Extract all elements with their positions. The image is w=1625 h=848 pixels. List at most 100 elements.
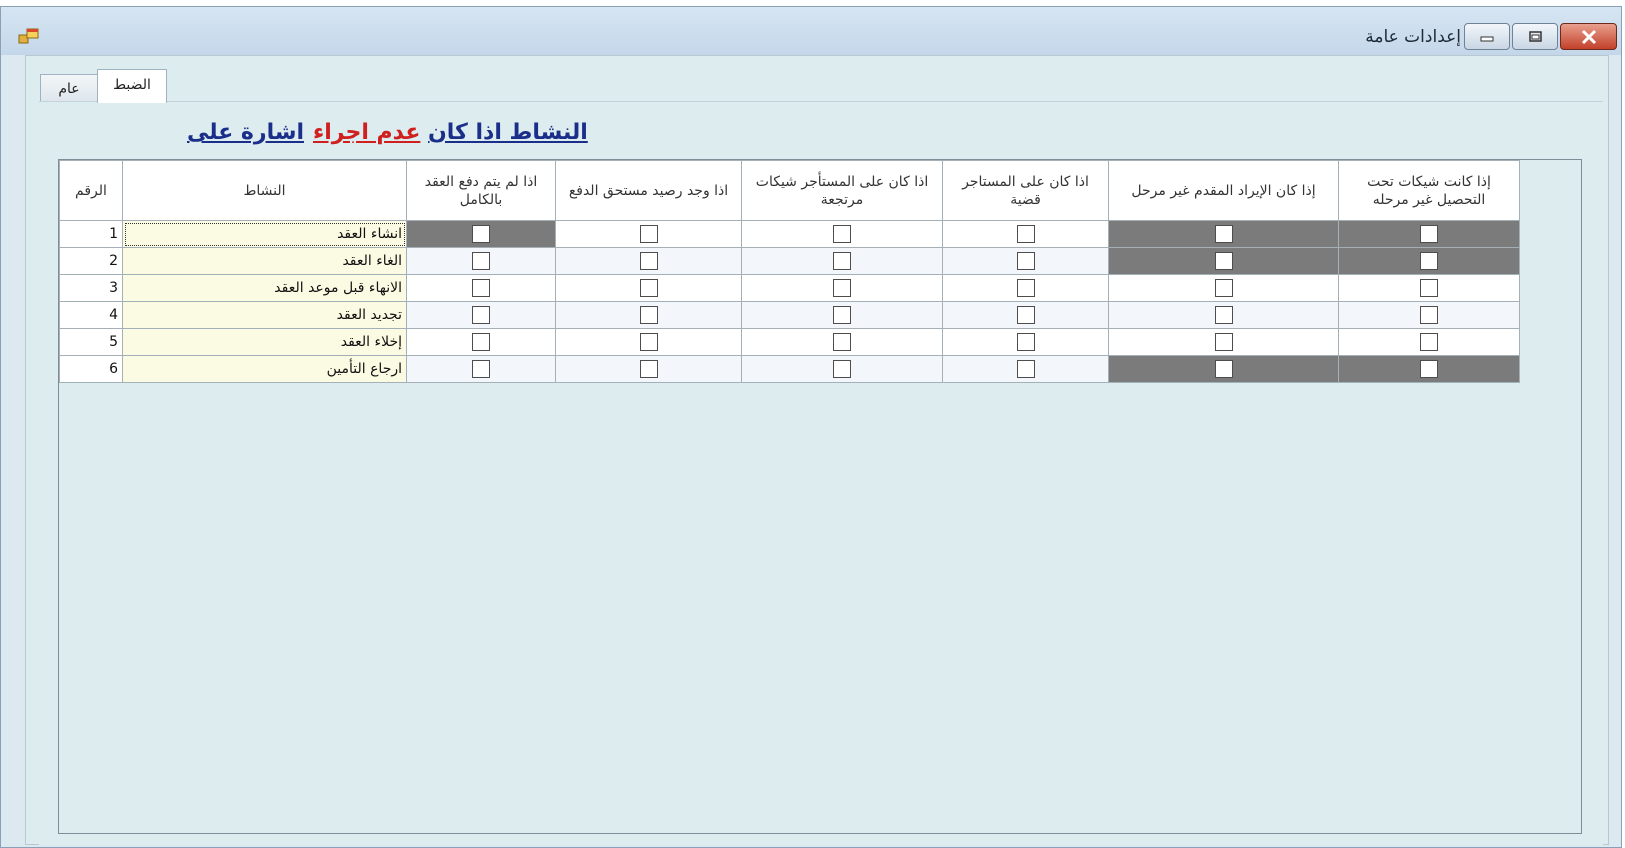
rule-cell[interactable] [942, 274, 1109, 302]
rule-cell[interactable] [406, 328, 556, 356]
row-number-cell[interactable]: 6 [59, 355, 123, 383]
header-number[interactable]: الرقم [59, 160, 123, 221]
rule-cell[interactable] [1338, 274, 1520, 302]
activity-cell[interactable]: إخلاء العقد [122, 328, 407, 356]
rule-cell[interactable] [406, 247, 556, 275]
rule-cell[interactable] [406, 301, 556, 329]
rule-checkbox[interactable] [833, 225, 851, 243]
header-activity[interactable]: النشاط [122, 160, 407, 221]
rule-cell[interactable] [555, 328, 742, 356]
rule-checkbox[interactable] [639, 252, 658, 270]
rule-checkbox[interactable] [1420, 333, 1438, 351]
activity-cell[interactable]: تجديد العقد [122, 301, 407, 329]
rule-checkbox[interactable] [833, 306, 851, 324]
rule-cell[interactable] [741, 328, 943, 356]
rule-cell[interactable] [1338, 301, 1520, 329]
rule-checkbox[interactable] [1420, 360, 1438, 378]
rule-cell[interactable] [942, 247, 1109, 275]
header-unpaid-contract[interactable]: اذا لم يتم دفع العقد بالكامل [406, 160, 556, 221]
rule-cell[interactable] [406, 274, 556, 302]
rule-checkbox[interactable] [1214, 225, 1233, 243]
rule-cell[interactable] [741, 220, 943, 248]
table-row[interactable]: 4 تجديد العقد [59, 301, 1520, 329]
rule-checkbox[interactable] [833, 252, 851, 270]
rule-cell[interactable] [555, 220, 742, 248]
table-row[interactable]: 3 الانهاء قبل موعد العقد [59, 274, 1520, 302]
header-returned-cheques[interactable]: اذا كان على المستأجر شيكات مرتجعة [741, 160, 943, 221]
rule-checkbox[interactable] [472, 360, 490, 378]
rule-checkbox[interactable] [472, 225, 490, 243]
rule-cell[interactable] [1338, 355, 1520, 383]
activity-cell[interactable]: الغاء العقد [122, 247, 407, 275]
rule-checkbox[interactable] [1420, 306, 1438, 324]
rule-checkbox[interactable] [1016, 306, 1035, 324]
rule-cell[interactable] [1108, 274, 1339, 302]
rule-cell[interactable] [1338, 328, 1520, 356]
header-balance-due[interactable]: اذا وجد رصيد مستحق الدفع [555, 160, 742, 221]
rule-cell[interactable] [741, 274, 943, 302]
rule-checkbox[interactable] [639, 225, 658, 243]
activity-cell[interactable]: الانهاء قبل موعد العقد [122, 274, 407, 302]
rule-cell[interactable] [741, 247, 943, 275]
rule-cell[interactable] [1338, 220, 1520, 248]
activity-cell[interactable]: ارجاع التأمين [122, 355, 407, 383]
rule-checkbox[interactable] [1016, 252, 1035, 270]
rule-cell[interactable] [555, 301, 742, 329]
rule-cell[interactable] [1108, 301, 1339, 329]
rule-checkbox[interactable] [1016, 360, 1035, 378]
rule-checkbox[interactable] [639, 360, 658, 378]
rule-checkbox[interactable] [833, 279, 851, 297]
rule-cell[interactable] [555, 355, 742, 383]
rule-checkbox[interactable] [1214, 306, 1233, 324]
rule-checkbox[interactable] [1214, 360, 1233, 378]
row-number-cell[interactable]: 2 [59, 247, 123, 275]
rule-cell[interactable] [1108, 355, 1339, 383]
tab-control-settings[interactable]: الضبط [97, 69, 167, 103]
rule-checkbox[interactable] [639, 306, 658, 324]
activity-cell[interactable]: انشاء العقد [122, 220, 407, 248]
rule-cell[interactable] [555, 247, 742, 275]
rule-cell[interactable] [942, 301, 1109, 329]
rule-cell[interactable] [1108, 328, 1339, 356]
table-row[interactable]: 2 الغاء العقد [59, 247, 1520, 275]
rule-checkbox[interactable] [472, 279, 490, 297]
minimize-button[interactable] [1464, 23, 1510, 50]
rule-cell[interactable] [1338, 247, 1520, 275]
rule-checkbox[interactable] [1214, 279, 1233, 297]
rule-checkbox[interactable] [1016, 225, 1035, 243]
row-number-cell[interactable]: 5 [59, 328, 123, 356]
rule-cell[interactable] [1108, 247, 1339, 275]
rule-cell[interactable] [406, 355, 556, 383]
table-row[interactable]: 5 إخلاء العقد [59, 328, 1520, 356]
rule-cell[interactable] [741, 301, 943, 329]
table-row[interactable]: 1 انشاء العقد [59, 220, 1520, 248]
rule-checkbox[interactable] [1420, 225, 1438, 243]
rule-cell[interactable] [406, 220, 556, 248]
restore-button[interactable] [1512, 23, 1558, 50]
header-tenant-lawsuit[interactable]: اذا كان على المستاجر قضية [942, 160, 1109, 221]
rule-checkbox[interactable] [472, 306, 490, 324]
title-bar[interactable]: إعدادات عامة [1, 7, 1621, 55]
rule-checkbox[interactable] [1420, 279, 1438, 297]
header-unposted-revenue[interactable]: إذا كان الإيراد المقدم غير مرحل [1108, 160, 1339, 221]
row-number-cell[interactable]: 1 [59, 220, 123, 248]
rule-checkbox[interactable] [1016, 333, 1035, 351]
tab-general[interactable]: عام [40, 74, 98, 103]
rule-checkbox[interactable] [1214, 333, 1233, 351]
close-button[interactable] [1560, 23, 1617, 50]
rule-checkbox[interactable] [833, 333, 851, 351]
table-row[interactable]: 6 ارجاع التأمين [59, 355, 1520, 383]
rule-cell[interactable] [741, 355, 943, 383]
rule-checkbox[interactable] [833, 360, 851, 378]
rule-checkbox[interactable] [1420, 252, 1438, 270]
row-number-cell[interactable]: 3 [59, 274, 123, 302]
rule-cell[interactable] [942, 220, 1109, 248]
rule-checkbox[interactable] [639, 333, 658, 351]
rule-checkbox[interactable] [639, 279, 658, 297]
rule-cell[interactable] [1108, 220, 1339, 248]
rule-checkbox[interactable] [472, 252, 490, 270]
rule-checkbox[interactable] [1016, 279, 1035, 297]
header-unposted-cheques[interactable]: إذا كانت شيكات تحت التحصيل غير مرحله [1338, 160, 1520, 221]
rule-checkbox[interactable] [472, 333, 490, 351]
rules-grid[interactable]: الرقم النشاط اذا لم يتم دفع العقد بالكام… [58, 159, 1582, 834]
